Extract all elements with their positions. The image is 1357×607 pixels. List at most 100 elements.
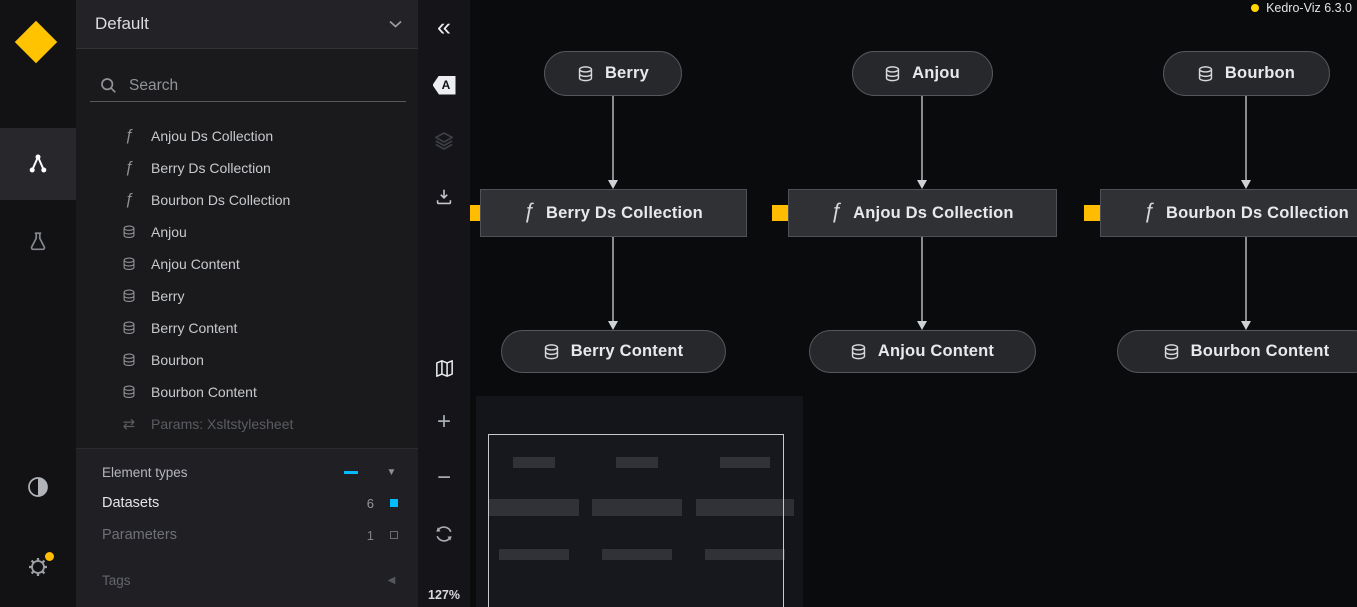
function-icon: ƒ (830, 200, 842, 224)
edge-anjou-1 (921, 237, 923, 322)
kedro-logo[interactable] (15, 21, 57, 63)
search-icon (100, 77, 117, 94)
settings-notification-dot (45, 552, 54, 561)
node-label: Anjou Ds Collection (853, 204, 1014, 223)
edge-berry-0 (612, 96, 614, 181)
minus-icon: − (437, 466, 451, 490)
tags-header[interactable]: Tags ◀ (102, 570, 398, 590)
settings-button[interactable] (0, 531, 76, 603)
edge-arrowhead-icon (608, 180, 618, 189)
sidebar-item-label: Berry Content (151, 320, 237, 336)
toggle-layers-button[interactable] (418, 121, 470, 161)
sidebar-item-berry-ds-collection[interactable]: ƒ Berry Ds Collection (76, 152, 418, 184)
nav-flowchart-button[interactable] (0, 128, 76, 200)
tag-indicator (772, 205, 788, 221)
primary-nav-rail (0, 0, 76, 607)
graph-node-anjou-content[interactable]: Anjou Content (809, 330, 1036, 373)
graph-node-bourbon[interactable]: Bourbon (1163, 51, 1330, 96)
dataset-icon (850, 343, 867, 361)
filter-row-datasets[interactable]: Datasets 6 (102, 493, 398, 513)
sidebar-item-label: Bourbon Content (151, 384, 257, 400)
edge-bourbon-0 (1245, 96, 1247, 181)
expand-section-icon[interactable]: ◀ (385, 575, 398, 586)
graph-node-anjou-ds-collection[interactable]: ƒ Anjou Ds Collection (788, 189, 1057, 237)
graph-node-berry-ds-collection[interactable]: ƒBerry Ds Collection (480, 189, 747, 237)
dataset-icon (1163, 343, 1180, 361)
dataset-icon (122, 257, 136, 271)
edge-arrowhead-icon (1241, 180, 1251, 189)
edge-arrowhead-icon (1241, 321, 1251, 330)
function-icon: ƒ (121, 192, 137, 208)
filter-row-parameters[interactable]: Parameters 1 (102, 525, 398, 545)
function-icon: ƒ (1143, 200, 1155, 224)
dataset-icon (122, 289, 136, 303)
version-badge: Kedro-Viz 6.3.0 (1251, 0, 1352, 15)
sidebar-item-label: Anjou (151, 224, 187, 240)
filters-panel: Element types ▼ Datasets 6 Parameters 1 … (76, 448, 418, 607)
minimap-viewport[interactable] (488, 434, 784, 607)
plus-icon: + (437, 410, 451, 434)
graph-node-anjou[interactable]: Anjou (852, 51, 993, 96)
sidebar-item-berry-content[interactable]: Berry Content (76, 312, 418, 344)
sidebar-item-bourbon-ds-collection[interactable]: ƒBourbon Ds Collection (76, 184, 418, 216)
sidebar-item-berry[interactable]: Berry (76, 280, 418, 312)
sidebar-item-anjou[interactable]: Anjou (76, 216, 418, 248)
sidebar-item-label: Anjou Ds Collection (151, 128, 273, 144)
double-chevron-left-icon: « (437, 15, 451, 40)
graph-node-bourbon-content[interactable]: Bourbon Content (1117, 330, 1357, 373)
toggle-labels-button[interactable]: A (418, 65, 470, 105)
collapse-section-icon[interactable]: ▼ (385, 467, 398, 478)
edge-berry-1 (612, 237, 614, 322)
sidebar-item-bourbon[interactable]: Bourbon (76, 344, 418, 376)
node-label: Bourbon Ds Collection (1166, 204, 1349, 223)
chevron-down-icon (389, 20, 402, 28)
search-input[interactable] (129, 77, 406, 95)
pipeline-selector[interactable]: Default (76, 0, 418, 49)
element-types-header[interactable]: Element types ▼ (102, 462, 398, 482)
sidebar-item-anjou-ds-collection[interactable]: ƒ Anjou Ds Collection (76, 120, 418, 152)
search-bar (90, 70, 406, 102)
sidebar-item-anjou-content[interactable]: Anjou Content (76, 248, 418, 280)
node-label: Anjou Content (878, 342, 994, 361)
zoom-out-button[interactable]: − (418, 458, 470, 498)
edge-arrowhead-icon (917, 180, 927, 189)
edge-bourbon-1 (1245, 237, 1247, 322)
collapse-sidebar-button[interactable]: « (418, 9, 470, 49)
toggle-minimap-button[interactable] (418, 348, 470, 388)
graph-node-berry-content[interactable]: Berry Content (501, 330, 726, 373)
zoom-level-label: 127% (418, 588, 470, 602)
theme-toggle-button[interactable] (0, 451, 76, 523)
sidebar-item-label: Berry Ds Collection (151, 160, 271, 176)
graph-node-berry[interactable]: Berry (544, 51, 682, 96)
function-icon: ƒ (523, 200, 535, 224)
dataset-icon (122, 353, 136, 367)
dataset-icon (1197, 65, 1214, 83)
export-button[interactable] (418, 177, 470, 217)
filter-checkbox-off-icon[interactable] (390, 531, 398, 539)
function-icon: ƒ (121, 128, 137, 144)
sidebar-item-label: Params: Xsltstylesheet (151, 416, 293, 432)
zoom-in-button[interactable]: + (418, 402, 470, 442)
tag-indicator (1084, 205, 1100, 221)
label-icon: A (433, 76, 456, 95)
filter-count: 6 (352, 496, 374, 511)
dataset-icon (122, 385, 136, 399)
dataset-icon (884, 65, 901, 83)
indeterminate-checkbox-icon[interactable] (344, 471, 358, 474)
flowchart-toolbar: « A + − (418, 0, 470, 607)
sidebar-item-bourbon-content[interactable]: Bourbon Content (76, 376, 418, 408)
sidebar-item-params-xsltstylesheet[interactable]: ⇄ Params: Xsltstylesheet (76, 408, 418, 440)
zoom-reset-button[interactable] (418, 514, 470, 554)
node-label: Berry Content (571, 342, 684, 361)
dataset-icon (122, 225, 136, 239)
sidebar: Default ƒ Anjou Ds Collection ƒ Berry Ds Co… (76, 0, 418, 607)
edge-anjou-0 (921, 96, 923, 181)
refresh-icon (433, 523, 455, 545)
parameters-icon: ⇄ (121, 417, 137, 432)
graph-node-bourbon-ds-collection[interactable]: ƒ Bourbon Ds Collection (1100, 189, 1357, 237)
nav-experiments-button[interactable] (0, 206, 76, 278)
function-icon: ƒ (121, 160, 137, 176)
filter-label: Datasets (102, 495, 352, 511)
filter-checkbox-on-icon[interactable] (390, 499, 398, 507)
flowchart-canvas[interactable]: Kedro-Viz 6.3.0 Berry ƒBerry Ds Collectio… (470, 0, 1357, 607)
